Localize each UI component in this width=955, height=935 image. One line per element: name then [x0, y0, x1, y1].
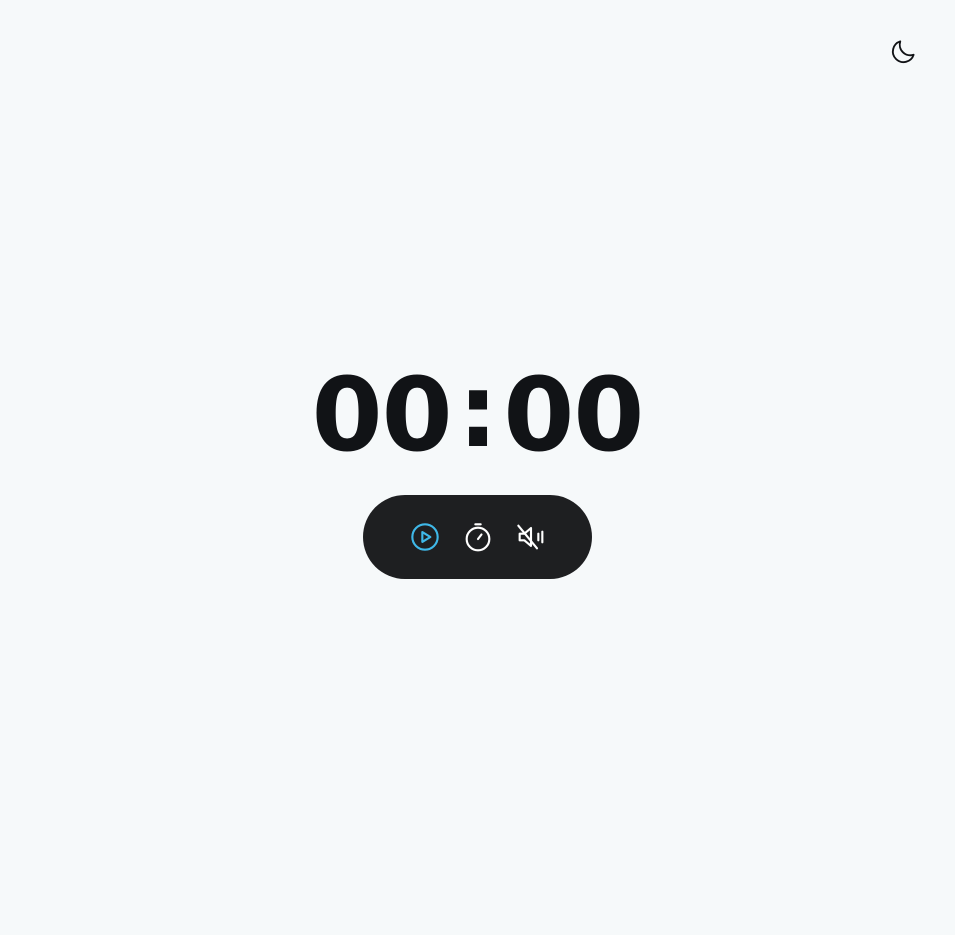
play-button[interactable] — [407, 519, 443, 555]
timer-seconds: 00 — [503, 356, 644, 475]
timer-display: 00:00 — [0, 356, 955, 475]
moon-icon — [891, 40, 915, 64]
mute-button[interactable] — [513, 519, 549, 555]
theme-toggle-button[interactable] — [885, 34, 921, 70]
timer-separator: : — [457, 352, 499, 471]
stopwatch-icon — [465, 523, 490, 552]
play-circle-icon — [410, 523, 439, 551]
timer-controls — [363, 495, 592, 579]
set-timer-button[interactable] — [460, 519, 496, 555]
timer-minutes: 00 — [311, 356, 453, 475]
volume-muted-icon — [516, 524, 543, 550]
